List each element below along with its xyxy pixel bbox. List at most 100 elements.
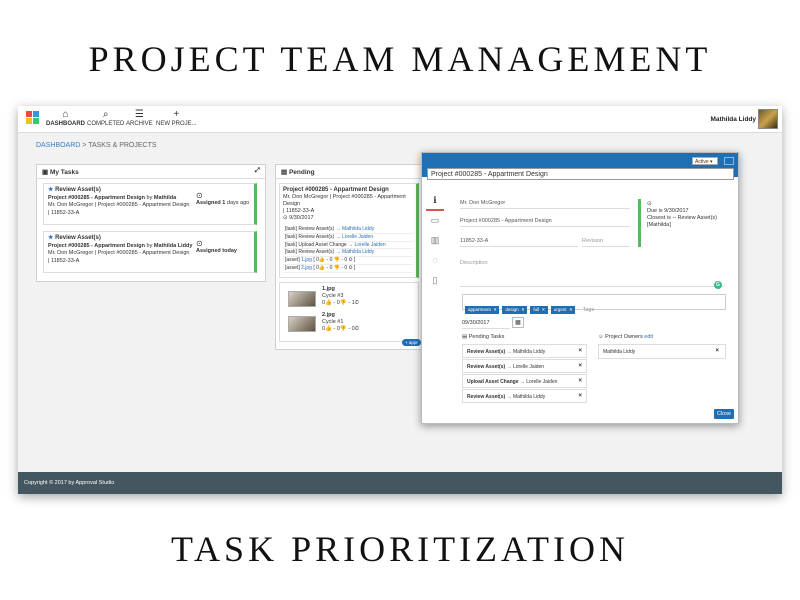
- expand-icon[interactable]: ⤢: [255, 167, 260, 175]
- database-icon: ☰: [134, 109, 144, 120]
- owners-title: Project Owners: [605, 334, 643, 340]
- closest-name: [Mathilda]: [647, 222, 671, 228]
- asset-thumbnail[interactable]: [288, 291, 316, 307]
- tag-chip: full ×: [530, 306, 548, 314]
- pending-panel: ▤ Pending Project #000285 - Appartment D…: [275, 164, 425, 350]
- ptask-name: Review Asset(s): [467, 349, 506, 355]
- copyright-text: Copyright © 2017 by Approval Studio: [24, 480, 115, 486]
- line-text: Upload Asset Change: [298, 241, 347, 248]
- owner-name: Mathilda Liddy: [603, 349, 636, 355]
- nav-new-project[interactable]: + NEW PROJE...: [156, 109, 197, 127]
- comments-icon[interactable]: ◌: [426, 251, 444, 271]
- plus-icon: +: [173, 109, 180, 120]
- user-name[interactable]: Mathilda Liddy: [711, 116, 757, 123]
- avatar[interactable]: [758, 109, 778, 129]
- line-tag: [asset]: [285, 257, 300, 264]
- user-icon: ☺: [598, 334, 604, 340]
- remove-tag-icon[interactable]: ×: [522, 307, 525, 312]
- task-assigned: ⊙ Assigned 1 days ago: [196, 192, 249, 207]
- ptask-arrow: →: [506, 364, 512, 370]
- ptask-name: Review Asset(s): [467, 364, 506, 370]
- task-title: Review Asset(s): [55, 187, 101, 193]
- image-icon[interactable]: ▭: [426, 211, 444, 231]
- document-icon[interactable]: ▯: [426, 271, 444, 291]
- my-tasks-panel: ▣ My Tasks ⤢ ★ Review Asset(s) Project #…: [36, 164, 266, 282]
- project-owners-heading: ☺ Project Owners edit: [598, 334, 653, 340]
- line-name[interactable]: Lorelle Jaiden: [355, 242, 386, 248]
- approve-badge[interactable]: + appr: [402, 339, 421, 346]
- pending-task-item[interactable]: Review Asset(s) → Mathilda Liddy ×: [462, 344, 587, 358]
- tags-input[interactable]: appartment × design × full × urgent × Tags: [462, 294, 726, 314]
- line-text[interactable]: 1.jpg: [301, 257, 312, 263]
- code-field[interactable]: 11852-33-A: [460, 235, 578, 247]
- modal-title-input[interactable]: Project #000285 - Appartment Design: [427, 168, 734, 180]
- line-tag: [asset]: [285, 264, 300, 271]
- pending-project-card[interactable]: Project #000285 - Appartment Design Mr. …: [279, 183, 419, 278]
- date-field[interactable]: 09/30/2017: [462, 317, 510, 329]
- remove-task-icon[interactable]: ×: [578, 363, 582, 369]
- nav-new-project-label: NEW PROJE...: [156, 121, 197, 127]
- list-icon: ▤: [281, 169, 288, 176]
- asset-name[interactable]: 2.jpg: [322, 312, 359, 319]
- nav-completed[interactable]: ⌕ COMPLETED: [87, 109, 124, 127]
- modal-side-tabs: ℹ ▭ ▥ ◌ ▯: [426, 191, 444, 291]
- project-modal: Active ▾ Project #000285 - Appartment De…: [421, 152, 739, 424]
- modal-header: Active ▾ Project #000285 - Appartment De…: [422, 153, 738, 180]
- remove-owner-icon[interactable]: ×: [715, 348, 719, 354]
- line-name[interactable]: Lorelle Jaiden: [342, 234, 373, 240]
- task-card[interactable]: ★ Review Asset(s) Project #000285 - Appa…: [43, 183, 257, 225]
- tag-chip: appartment ×: [465, 306, 500, 314]
- nav-dashboard[interactable]: ⌂ DASHBOARD: [46, 109, 85, 127]
- star-icon: ★: [48, 187, 54, 193]
- pending-task-item[interactable]: Upload Asset Change → Lorelle Jaiden ×: [462, 374, 587, 388]
- remove-tag-icon[interactable]: ×: [542, 307, 545, 312]
- close-button[interactable]: Close: [714, 409, 734, 419]
- task-code: | 11852-33-A: [48, 209, 80, 216]
- owners-edit-link[interactable]: edit: [644, 334, 653, 340]
- ptask-person: Mathilda Liddy: [512, 349, 546, 355]
- pending-title: Pending: [288, 169, 315, 176]
- info-icon[interactable]: ℹ: [426, 191, 444, 211]
- task-title: Review Asset(s): [55, 235, 101, 241]
- line-text[interactable]: 2.jpg: [301, 265, 312, 271]
- breadcrumb-current: > TASKS & PROJECTS: [82, 142, 157, 149]
- pending-header: ▤ Pending: [276, 165, 424, 179]
- calendar-icon[interactable]: ▦: [512, 317, 524, 328]
- tasks-icon: ▣: [42, 169, 49, 176]
- pending-task-item[interactable]: Review Asset(s) → Lorelle Jaiden ×: [462, 359, 587, 373]
- line-name: [ 0👍 - 0 👎 - 0 ⏲ ]: [313, 257, 356, 264]
- revision-field[interactable]: Revision: [582, 235, 630, 247]
- asset-name[interactable]: 1.jpg: [322, 286, 359, 293]
- book-icon[interactable]: ▥: [426, 231, 444, 251]
- grammarly-icon[interactable]: G: [714, 281, 722, 289]
- remove-tag-icon[interactable]: ×: [569, 307, 572, 312]
- remove-task-icon[interactable]: ×: [578, 393, 582, 399]
- breadcrumb-dashboard-link[interactable]: DASHBOARD: [36, 142, 80, 149]
- project-field[interactable]: Project #000285 - Appartment Design: [460, 215, 630, 227]
- client-field[interactable]: Mr. Don McGregor: [460, 197, 630, 209]
- footer: Copyright © 2017 by Approval Studio: [18, 472, 782, 494]
- tag-label: urgent: [553, 307, 567, 312]
- assigned-value: 1: [222, 199, 226, 206]
- tag-label: appartment: [468, 307, 491, 312]
- pending-project-detail: Mr. Don McGregor | Project #000285 - App…: [283, 194, 406, 207]
- task-by: by: [146, 242, 153, 249]
- pending-date: 9/30/2017: [289, 215, 314, 221]
- task-card[interactable]: ★ Review Asset(s) Project #000285 - Appa…: [43, 231, 257, 273]
- nav-archive[interactable]: ☰ ARCHIVE: [126, 109, 153, 127]
- line-name[interactable]: Mathilda Liddy: [342, 226, 374, 232]
- pending-project-title: Project #000285 - Appartment Design: [283, 187, 389, 193]
- asset-cycle: Cycle #3: [322, 293, 344, 299]
- tag-label: design: [505, 307, 519, 312]
- remove-task-icon[interactable]: ×: [578, 348, 582, 354]
- modal-window-button[interactable]: [724, 157, 734, 165]
- remove-tag-icon[interactable]: ×: [494, 307, 497, 312]
- pending-task-item[interactable]: Review Asset(s) → Mathilda Liddy ×: [462, 389, 587, 403]
- status-select[interactable]: Active ▾: [692, 157, 718, 165]
- remove-task-icon[interactable]: ×: [578, 378, 582, 384]
- description-field[interactable]: Description: [460, 257, 724, 287]
- asset-thumbnail[interactable]: [288, 316, 316, 332]
- line-name[interactable]: Mathilda Liddy: [342, 249, 374, 255]
- tags-placeholder: Tags: [582, 307, 595, 313]
- app-logo[interactable]: [26, 111, 40, 125]
